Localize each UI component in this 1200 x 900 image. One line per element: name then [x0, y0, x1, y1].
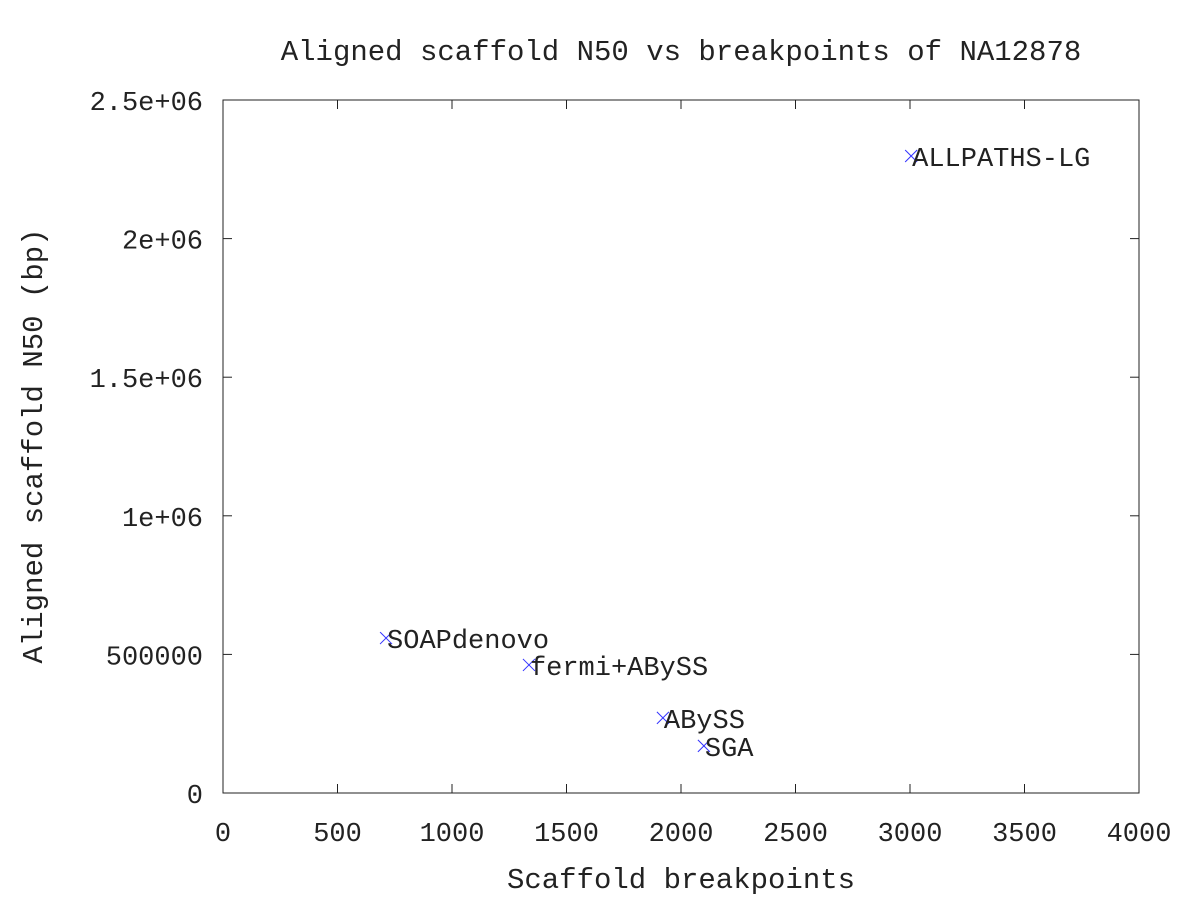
- scatter-chart: Aligned scaffold N50 vs breakpoints of N…: [18, 36, 1172, 897]
- y-axis-label: Aligned scaffold N50 (bp): [18, 228, 51, 663]
- data-point-label: ABySS: [664, 707, 745, 737]
- y-tick-label: 1e+06: [122, 505, 203, 535]
- y-tick-label: 1.5e+06: [90, 366, 203, 396]
- x-tick-label: 1000: [420, 820, 485, 850]
- data-point-label: SOAPdenovo: [387, 627, 549, 657]
- data-point-label: ALLPATHS-LG: [912, 145, 1090, 175]
- x-axis-ticks: 0 500 1000 1500 2000 2500 3000 3500 4000: [215, 100, 1172, 850]
- y-tick-label: 0: [187, 782, 203, 812]
- x-tick-label: 1500: [534, 820, 599, 850]
- data-point-label: fermi+ABySS: [530, 654, 708, 684]
- chart-title: Aligned scaffold N50 vs breakpoints of N…: [281, 36, 1082, 69]
- x-tick-label: 2500: [763, 820, 828, 850]
- x-tick-label: 4000: [1107, 820, 1172, 850]
- y-axis-ticks: 0 500000 1e+06 1.5e+06 2e+06 2.5e+06: [90, 89, 1139, 812]
- x-tick-label: 0: [215, 820, 231, 850]
- x-axis-label: Scaffold breakpoints: [507, 864, 855, 897]
- x-tick-label: 2000: [649, 820, 714, 850]
- y-tick-label: 2.5e+06: [90, 89, 203, 119]
- x-tick-label: 3500: [992, 820, 1057, 850]
- y-tick-label: 2e+06: [122, 228, 203, 258]
- data-point-label: SGA: [705, 735, 754, 765]
- x-tick-label: 3000: [878, 820, 943, 850]
- y-tick-label: 500000: [106, 643, 203, 673]
- data-points: ALLPATHS-LG SOAPdenovofermi+ABySS ABySSSGA: [379, 145, 1090, 765]
- plot-frame: [222, 99, 1140, 794]
- x-tick-label: 500: [313, 820, 362, 850]
